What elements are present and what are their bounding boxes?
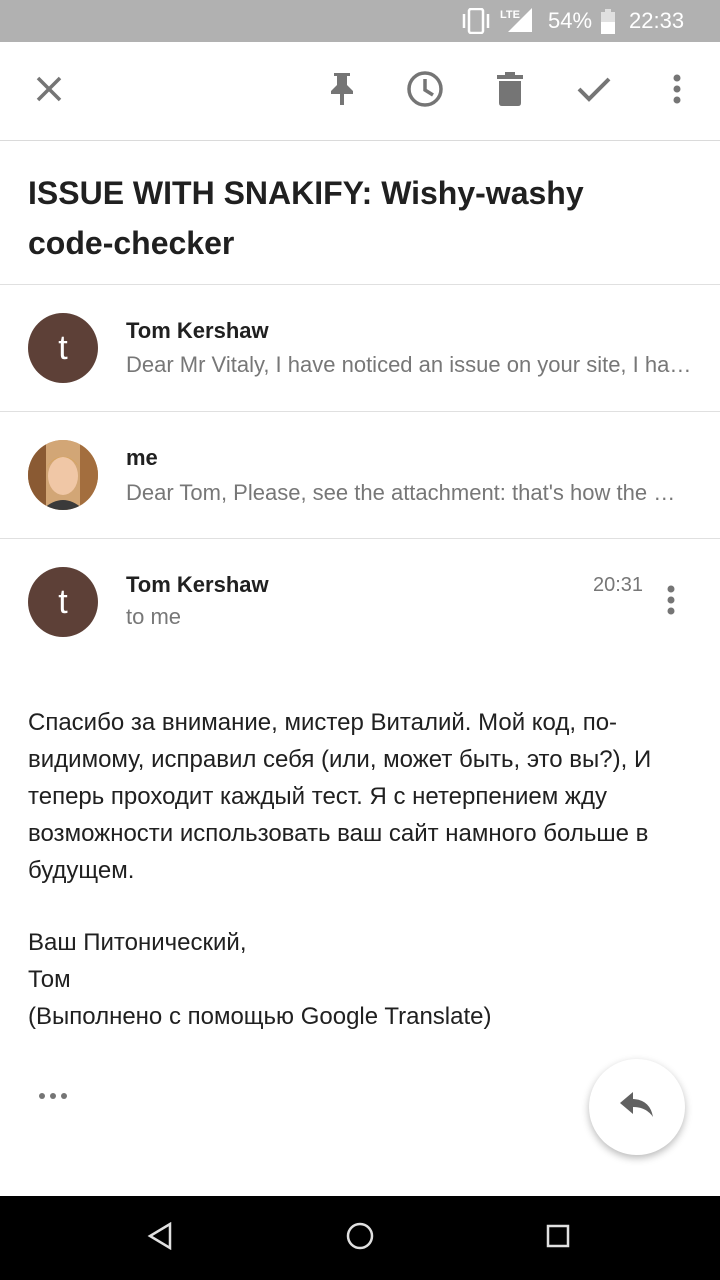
snooze-icon <box>406 70 444 113</box>
more-vert-icon <box>672 74 682 109</box>
sender-name: me <box>126 445 158 470</box>
avatar: t <box>28 313 98 383</box>
pin-button[interactable] <box>317 66 367 116</box>
status-bar: LTE 54% 22:33 <box>0 0 720 42</box>
message-body: Спасибо за внимание, мистер Виталий. Мой… <box>28 709 652 884</box>
divider <box>0 284 720 285</box>
nav-recents-button[interactable] <box>538 1218 578 1258</box>
done-icon <box>577 76 611 107</box>
avatar: t <box>28 567 98 637</box>
nav-home-button[interactable] <box>340 1218 380 1258</box>
done-button[interactable] <box>569 66 619 116</box>
sender-name: Tom Kershaw <box>126 318 269 343</box>
signal-icon: LTE <box>500 6 534 39</box>
signature-line: Ваш Питонический, <box>28 929 247 956</box>
battery-percent: 54% <box>548 8 593 33</box>
show-quoted-text-button[interactable] <box>38 1088 68 1106</box>
avatar-letter: t <box>58 328 68 367</box>
more-horiz-icon <box>38 1088 68 1105</box>
reply-button[interactable] <box>589 1059 685 1155</box>
toolbar <box>0 42 720 141</box>
message-more-button[interactable] <box>656 583 686 621</box>
network-label: LTE <box>500 9 520 21</box>
more-options-button[interactable] <box>652 66 702 116</box>
navigation-bar <box>0 1196 720 1280</box>
signature-line: (Выполнено с помощью Google Translate) <box>28 1003 492 1030</box>
message-signature: Ваш Питонический, Том (Выполнено с помощ… <box>28 924 698 1035</box>
delete-icon <box>497 71 523 111</box>
avatar-letter: t <box>58 582 68 621</box>
close-button[interactable] <box>24 66 74 116</box>
close-icon <box>35 75 63 108</box>
reply-icon <box>620 1091 654 1123</box>
battery-icon <box>600 9 616 40</box>
message-snippet: Dear Mr Vitaly, I have noticed an issue … <box>126 352 694 377</box>
message-time: 20:31 <box>593 574 644 596</box>
signature-line: Том <box>28 966 71 993</box>
divider <box>0 538 720 539</box>
home-circle-icon <box>346 1222 374 1255</box>
vibrate-icon <box>460 7 492 39</box>
recipient-details[interactable]: to me <box>126 604 181 630</box>
more-vert-icon <box>666 585 676 620</box>
divider <box>0 411 720 412</box>
nav-back-button[interactable] <box>140 1218 180 1258</box>
back-triangle-icon <box>147 1221 173 1255</box>
delete-button[interactable] <box>485 66 535 116</box>
clock: 22:33 <box>629 8 685 33</box>
recents-square-icon <box>546 1224 570 1253</box>
avatar-photo <box>28 440 98 510</box>
message-snippet: Dear Tom, Please, see the attachment: th… <box>126 480 676 505</box>
snooze-button[interactable] <box>400 66 450 116</box>
email-subject: ISSUE WITH SNAKIFY: Wishy-washy code-che… <box>28 175 584 261</box>
pin-icon <box>328 71 356 112</box>
sender-name[interactable]: Tom Kershaw <box>126 572 269 598</box>
